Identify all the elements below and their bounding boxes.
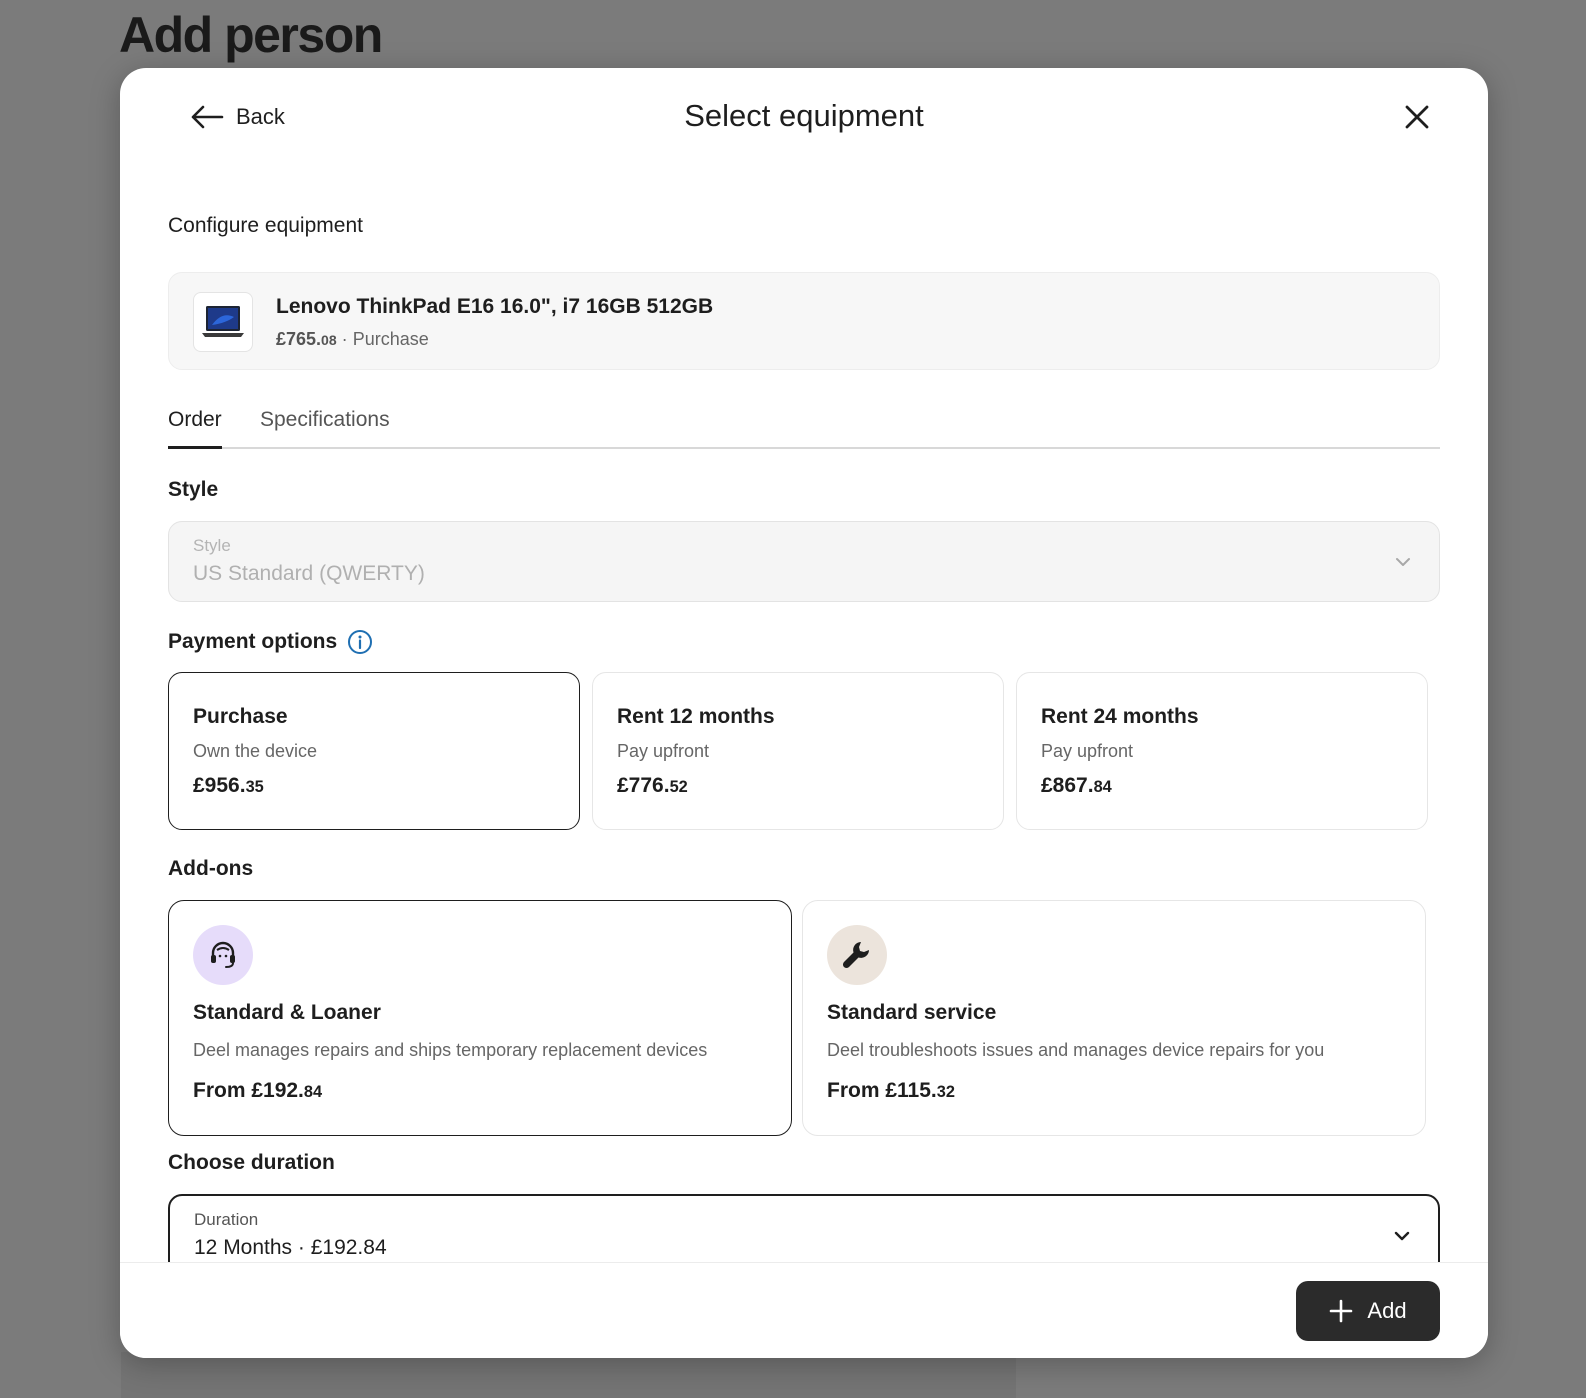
- info-icon[interactable]: [347, 629, 373, 655]
- laptop-icon: [202, 306, 244, 337]
- addon-title: Standard service: [827, 1001, 997, 1024]
- addon-icon-badge: [827, 925, 887, 985]
- style-heading: Style: [168, 478, 219, 501]
- payment-option-price: £776.52: [617, 774, 688, 797]
- payment-option-purchase[interactable]: Purchase Own the device £956.35: [168, 672, 580, 830]
- addon-price: From £192.84: [193, 1079, 323, 1102]
- style-select-value: US Standard (QWERTY): [193, 562, 425, 585]
- configure-equipment-label: Configure equipment: [168, 214, 363, 237]
- payment-option-rent-12[interactable]: Rent 12 months Pay upfront £776.52: [592, 672, 1004, 830]
- addon-price: From £115.32: [827, 1079, 955, 1102]
- tab-specifications[interactable]: Specifications: [260, 408, 390, 446]
- duration-select-value: 12 Months · £192.84: [194, 1236, 387, 1259]
- plus-icon: [1330, 1299, 1353, 1323]
- payment-option-price: £867.84: [1041, 774, 1112, 797]
- chevron-down-icon: [1394, 1231, 1410, 1241]
- payment-option-title: Purchase: [193, 705, 288, 728]
- choose-duration-heading: Choose duration: [168, 1151, 335, 1174]
- add-button-label: Add: [1367, 1298, 1407, 1323]
- tab-order[interactable]: Order: [168, 408, 222, 449]
- addon-standard-loaner[interactable]: Standard & Loaner Deel manages repairs a…: [168, 900, 792, 1136]
- product-meta: £765.08 · Purchase: [276, 329, 429, 350]
- product-mode: Purchase: [352, 329, 429, 349]
- payment-option-title: Rent 24 months: [1041, 705, 1199, 728]
- payment-option-subtitle: Pay upfront: [617, 741, 710, 761]
- headset-icon: [211, 941, 235, 968]
- add-button[interactable]: Add: [1296, 1281, 1440, 1341]
- product-card: Lenovo ThinkPad E16 16.0", i7 16GB 512GB…: [168, 272, 1440, 370]
- close-icon[interactable]: [1402, 102, 1432, 132]
- style-select-caption: Style: [193, 536, 231, 555]
- tab-bar: Order Specifications: [168, 398, 1440, 449]
- modal-title: Select equipment: [684, 98, 924, 133]
- select-equipment-modal: Back Select equipment Configure equipmen…: [120, 68, 1488, 1358]
- payment-option-subtitle: Pay upfront: [1041, 741, 1134, 761]
- style-select[interactable]: Style US Standard (QWERTY): [168, 521, 1440, 602]
- product-name: Lenovo ThinkPad E16 16.0", i7 16GB 512GB: [276, 295, 714, 318]
- background-page-title: Add person: [119, 7, 383, 63]
- chevron-down-icon: [1396, 558, 1410, 566]
- payment-option-title: Rent 12 months: [617, 705, 775, 728]
- addon-standard-service[interactable]: Standard service Deel troubleshoots issu…: [802, 900, 1426, 1136]
- background-panel: [121, 1352, 1016, 1398]
- addon-description: Deel troubleshoots issues and manages de…: [827, 1040, 1325, 1060]
- modal-footer: Add: [120, 1262, 1488, 1358]
- addon-icon-badge: [193, 925, 253, 985]
- addon-description: Deel manages repairs and ships temporary…: [193, 1040, 708, 1060]
- modal-scroll-area[interactable]: Back Select equipment Configure equipmen…: [120, 68, 1488, 1262]
- payment-option-price: £956.35: [193, 774, 264, 797]
- duration-select[interactable]: Duration 12 Months · £192.84: [168, 1194, 1440, 1262]
- payment-options-label: Payment options: [168, 630, 338, 653]
- addon-title: Standard & Loaner: [193, 1001, 381, 1024]
- payment-options-heading: Payment options: [168, 629, 373, 655]
- background-panel-right: [1016, 1352, 1586, 1398]
- product-price: £765.08: [276, 329, 337, 349]
- wrench-icon: [842, 942, 869, 969]
- laptop-thumbnail: [193, 292, 253, 352]
- payment-option-rent-24[interactable]: Rent 24 months Pay upfront £867.84: [1016, 672, 1428, 830]
- duration-select-caption: Duration: [194, 1210, 259, 1229]
- meta-separator: ·: [341, 329, 348, 349]
- addons-heading: Add-ons: [168, 857, 254, 880]
- payment-option-subtitle: Own the device: [193, 741, 318, 761]
